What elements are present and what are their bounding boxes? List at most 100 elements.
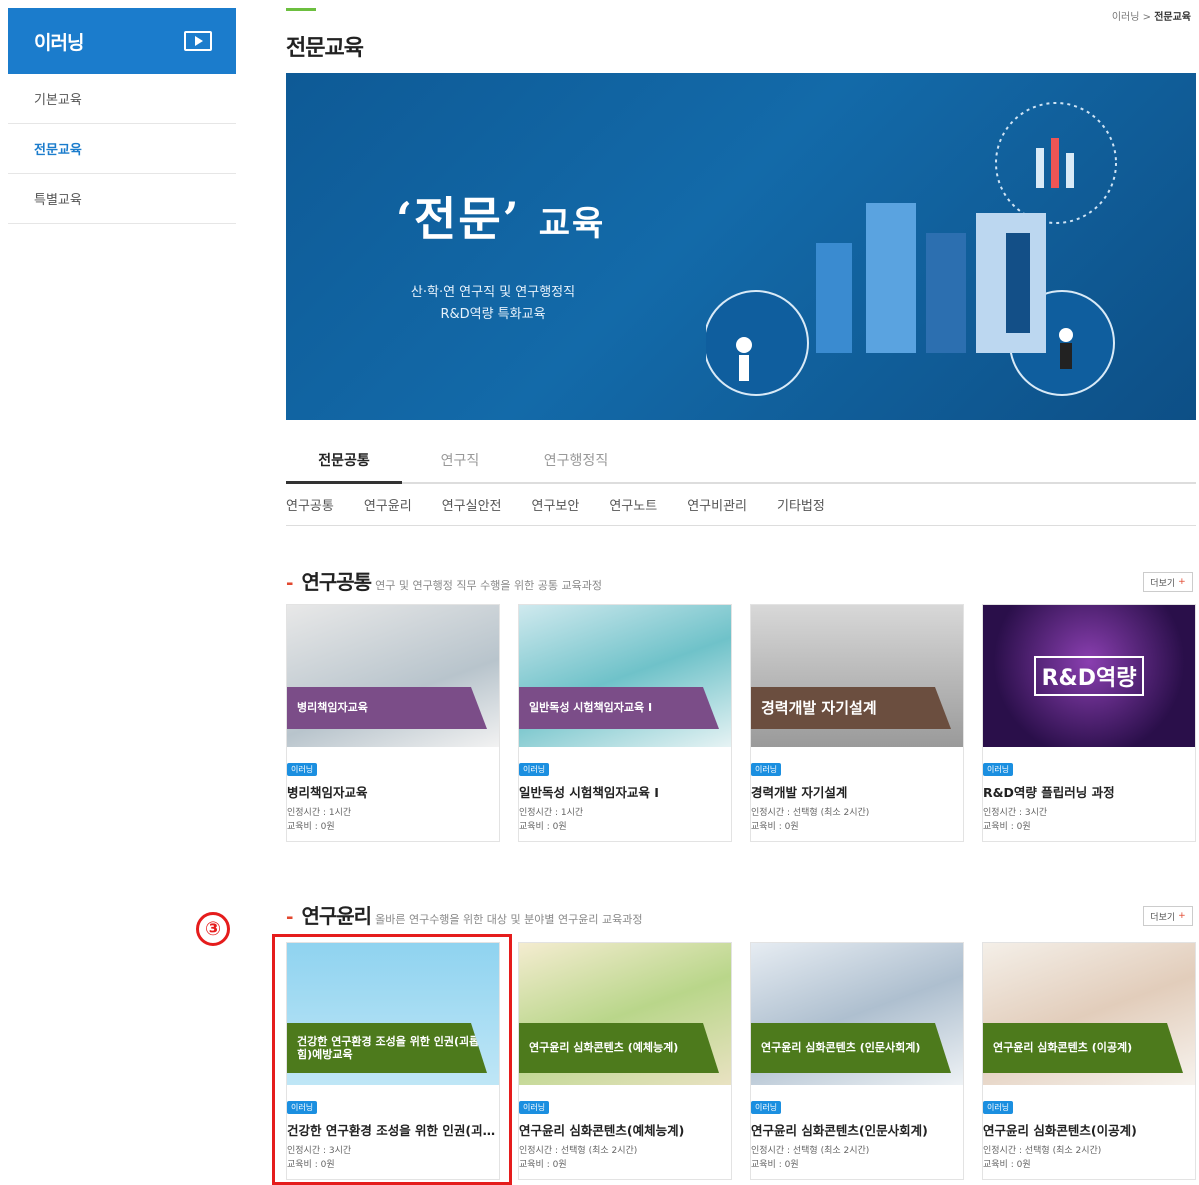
- elearning-badge: 이러닝: [983, 1101, 1014, 1114]
- subtab-research-security[interactable]: 연구보안: [532, 495, 580, 514]
- course-ribbon: 경력개발 자기설계: [751, 687, 951, 729]
- course-meta: 인정시간 : 1시간 교육비 : 0원: [519, 807, 731, 834]
- course-title[interactable]: 연구윤리 심화콘텐츠(이공계): [983, 1120, 1195, 1139]
- subtab-other-legal[interactable]: 기타법정: [777, 495, 825, 514]
- rnd-illustration: [706, 102, 1117, 396]
- banner-subtitle-1: 산·학·연 연구직 및 연구행정직: [410, 285, 576, 300]
- course-card[interactable]: R&D역량 이러닝 R&D역량 플립러닝 과정 인정시간 : 3시간 교육비 :…: [982, 604, 1196, 842]
- breadcrumb: 이러닝 > 전문교육: [1112, 8, 1191, 23]
- course-card[interactable]: 경력개발 자기설계 이러닝 경력개발 자기설계 인정시간 : 선택형 (최소 2…: [750, 604, 964, 842]
- annotation-marker: ③: [196, 912, 230, 946]
- tab-research-admin[interactable]: 연구행정직: [518, 436, 634, 482]
- course-card[interactable]: 연구윤리 심화콘텐츠 (인문사회계) 이러닝 연구윤리 심화콘텐츠(인문사회계)…: [750, 942, 964, 1180]
- main-tabs: 전문공통 연구직 연구행정직: [286, 436, 1196, 484]
- course-fee: 교육비 : 0원: [751, 821, 799, 832]
- rnd-logo: R&D역량: [1033, 656, 1145, 696]
- course-card[interactable]: 연구윤리 심화콘텐츠 (이공계) 이러닝 연구윤리 심화콘텐츠(이공계) 인정시…: [982, 942, 1196, 1180]
- subtab-research-ethics[interactable]: 연구윤리: [364, 495, 412, 514]
- section-dash-icon: -: [286, 907, 294, 928]
- elearning-badge: 이러닝: [983, 763, 1014, 776]
- elearning-badge: 이러닝: [287, 763, 318, 776]
- course-hours: 인정시간 : 1시간: [519, 808, 584, 818]
- course-card[interactable]: 연구윤리 심화콘텐츠 (예체능계) 이러닝 연구윤리 심화콘텐츠(예체능계) 인…: [518, 942, 732, 1180]
- more-label: 더보기: [1150, 578, 1176, 589]
- tab-professional-common[interactable]: 전문공통: [286, 436, 402, 484]
- sidebar-title: 이러닝: [34, 31, 84, 54]
- course-meta: 인정시간 : 선택형 (최소 2시간) 교육비 : 0원: [751, 807, 963, 834]
- banner-headline-suffix: 교육: [538, 204, 606, 244]
- section-title-research-common: - 연구공통 연구 및 연구행정 직무 수행을 위한 공통 교육과정: [286, 566, 602, 595]
- course-ribbon: 연구윤리 심화콘텐츠 (인문사회계): [751, 1023, 951, 1073]
- subtab-research-note[interactable]: 연구노트: [609, 495, 657, 514]
- breadcrumb-current: 전문교육: [1154, 12, 1191, 23]
- more-button[interactable]: 더보기 +: [1143, 572, 1193, 592]
- course-fee: 교육비 : 0원: [983, 821, 1031, 832]
- course-fee: 교육비 : 0원: [519, 1159, 567, 1170]
- course-hours: 인정시간 : 선택형 (최소 2시간): [751, 1146, 870, 1156]
- course-hours: 인정시간 : 선택형 (최소 2시간): [519, 1146, 638, 1156]
- section-desc: 올바른 연구수행을 위한 대상 및 분야별 연구윤리 교육과정: [375, 913, 643, 926]
- sidebar-item-basic[interactable]: 기본교육: [8, 74, 236, 124]
- course-ribbon: 연구윤리 심화콘텐츠 (이공계): [983, 1023, 1183, 1073]
- banner-headline: ‘전문’ 교육: [396, 183, 605, 249]
- plus-icon: +: [1178, 577, 1186, 587]
- sidebar-item-professional[interactable]: 전문교육: [8, 124, 236, 174]
- annotation-highlight-box: [272, 934, 512, 1185]
- card-list-research-common: 병리책임자교육 이러닝 병리책임자교육 인정시간 : 1시간 교육비 : 0원 …: [286, 604, 1196, 842]
- course-fee: 교육비 : 0원: [287, 821, 335, 832]
- elearning-badge: 이러닝: [751, 763, 782, 776]
- hero-banner: ‘전문’ 교육 산·학·연 연구직 및 연구행정직 R&D역량 특화교육: [286, 73, 1196, 420]
- sidebar-item-special[interactable]: 특별교육: [8, 174, 236, 224]
- course-meta: 인정시간 : 선택형 (최소 2시간) 교육비 : 0원: [751, 1145, 963, 1172]
- course-ribbon: 일반독성 시험책임자교육 I: [519, 687, 719, 729]
- course-title[interactable]: 병리책임자교육: [287, 782, 499, 801]
- section-title-text: 연구공통: [301, 570, 372, 594]
- play-icon: [184, 31, 212, 51]
- course-meta: 인정시간 : 선택형 (최소 2시간) 교육비 : 0원: [983, 1145, 1195, 1172]
- course-thumbnail: 병리책임자교육: [287, 605, 499, 747]
- banner-subtitle-2: R&D역량 특화교육: [440, 307, 546, 322]
- subtab-research-fund[interactable]: 연구비관리: [687, 495, 747, 514]
- breadcrumb-parent[interactable]: 이러닝: [1112, 12, 1140, 23]
- course-meta: 인정시간 : 1시간 교육비 : 0원: [287, 807, 499, 834]
- breadcrumb-separator: >: [1142, 12, 1151, 23]
- course-title[interactable]: 경력개발 자기설계: [751, 782, 963, 801]
- section-title-text: 연구윤리: [301, 904, 372, 928]
- course-fee: 교육비 : 0원: [983, 1159, 1031, 1170]
- sidebar: 이러닝 기본교육 전문교육 특별교육: [8, 8, 236, 224]
- course-title[interactable]: R&D역량 플립러닝 과정: [983, 782, 1195, 801]
- course-card[interactable]: 일반독성 시험책임자교육 I 이러닝 일반독성 시험책임자교육 I 인정시간 :…: [518, 604, 732, 842]
- course-hours: 인정시간 : 1시간: [287, 808, 352, 818]
- course-title[interactable]: 연구윤리 심화콘텐츠(인문사회계): [751, 1120, 963, 1139]
- elearning-badge: 이러닝: [519, 763, 550, 776]
- course-ribbon: 연구윤리 심화콘텐츠 (예체능계): [519, 1023, 719, 1073]
- course-thumbnail: 연구윤리 심화콘텐츠 (예체능계): [519, 943, 731, 1085]
- course-fee: 교육비 : 0원: [751, 1159, 799, 1170]
- sidebar-header[interactable]: 이러닝: [8, 8, 236, 74]
- tab-researcher[interactable]: 연구직: [402, 436, 518, 482]
- elearning-badge: 이러닝: [751, 1101, 782, 1114]
- course-hours: 인정시간 : 3시간: [983, 808, 1048, 818]
- more-button[interactable]: 더보기 +: [1143, 906, 1193, 926]
- course-hours: 인정시간 : 선택형 (최소 2시간): [751, 808, 870, 818]
- subtab-research-common[interactable]: 연구공통: [286, 495, 334, 514]
- course-title[interactable]: 연구윤리 심화콘텐츠(예체능계): [519, 1120, 731, 1139]
- course-card[interactable]: 병리책임자교육 이러닝 병리책임자교육 인정시간 : 1시간 교육비 : 0원: [286, 604, 500, 842]
- course-meta: 인정시간 : 선택형 (최소 2시간) 교육비 : 0원: [519, 1145, 731, 1172]
- course-thumbnail: 연구윤리 심화콘텐츠 (인문사회계): [751, 943, 963, 1085]
- course-thumbnail: 일반독성 시험책임자교육 I: [519, 605, 731, 747]
- page-title: 전문교육: [286, 36, 364, 61]
- course-title[interactable]: 일반독성 시험책임자교육 I: [519, 782, 731, 801]
- banner-headline-main: ‘전문’: [396, 192, 521, 246]
- more-label: 더보기: [1150, 912, 1176, 923]
- plus-icon: +: [1178, 911, 1186, 921]
- course-thumbnail: 경력개발 자기설계: [751, 605, 963, 747]
- course-hours: 인정시간 : 선택형 (최소 2시간): [983, 1146, 1102, 1156]
- elearning-badge: 이러닝: [519, 1101, 550, 1114]
- course-fee: 교육비 : 0원: [519, 821, 567, 832]
- subtab-lab-safety[interactable]: 연구실안전: [442, 495, 502, 514]
- sub-tabs: 연구공통 연구윤리 연구실안전 연구보안 연구노트 연구비관리 기타법정: [286, 484, 1196, 526]
- section-title-research-ethics: - 연구윤리 올바른 연구수행을 위한 대상 및 분야별 연구윤리 교육과정: [286, 900, 642, 929]
- section-dash-icon: -: [286, 573, 294, 594]
- course-thumbnail: 연구윤리 심화콘텐츠 (이공계): [983, 943, 1195, 1085]
